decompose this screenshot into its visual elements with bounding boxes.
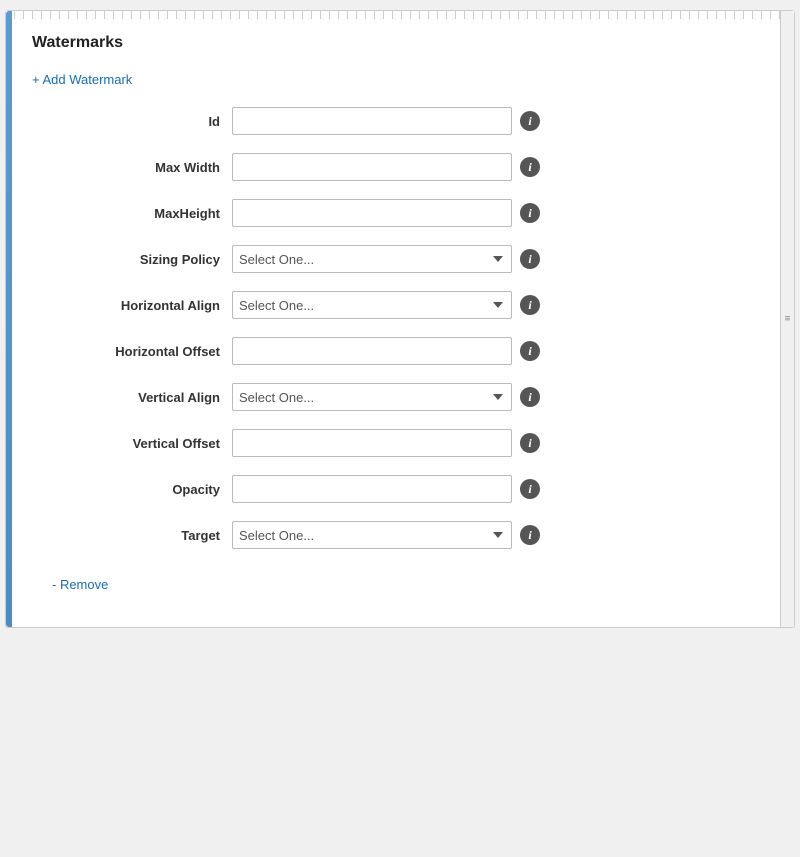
info-icon-id[interactable]: i [520, 111, 540, 131]
form-row-sizing-policy: Sizing Policy Select One... i [32, 245, 750, 273]
add-watermark-link[interactable]: + Add Watermark [32, 72, 132, 87]
form-row-max-width: Max Width i [32, 153, 750, 181]
control-wrapper-vertical-offset: i [232, 429, 750, 457]
select-target[interactable]: Select One... [232, 521, 512, 549]
input-opacity[interactable] [232, 475, 512, 503]
control-wrapper-max-width: i [232, 153, 750, 181]
form-row-horizontal-offset: Horizontal Offset i [32, 337, 750, 365]
control-wrapper-sizing-policy: Select One... i [232, 245, 750, 273]
info-icon-vertical-align[interactable]: i [520, 387, 540, 407]
label-opacity: Opacity [32, 482, 232, 497]
form-row-id: Id i [32, 107, 750, 135]
label-horizontal-offset: Horizontal Offset [32, 344, 232, 359]
label-max-width: Max Width [32, 160, 232, 175]
control-wrapper-target: Select One... i [232, 521, 750, 549]
select-sizing-policy[interactable]: Select One... [232, 245, 512, 273]
form-row-horizontal-align: Horizontal Align Select One... i [32, 291, 750, 319]
input-id[interactable] [232, 107, 512, 135]
section-title: Watermarks [32, 34, 750, 57]
info-icon-max-width[interactable]: i [520, 157, 540, 177]
left-border [6, 11, 12, 627]
control-wrapper-max-height: i [232, 199, 750, 227]
input-horizontal-offset[interactable] [232, 337, 512, 365]
label-id: Id [32, 114, 232, 129]
control-wrapper-id: i [232, 107, 750, 135]
info-icon-max-height[interactable]: i [520, 203, 540, 223]
info-icon-vertical-offset[interactable]: i [520, 433, 540, 453]
info-icon-horizontal-offset[interactable]: i [520, 341, 540, 361]
scrollbar[interactable] [780, 11, 794, 627]
info-icon-sizing-policy[interactable]: i [520, 249, 540, 269]
form-row-opacity: Opacity i [32, 475, 750, 503]
control-wrapper-horizontal-offset: i [232, 337, 750, 365]
form-row-vertical-align: Vertical Align Select One... i [32, 383, 750, 411]
label-horizontal-align: Horizontal Align [32, 298, 232, 313]
input-max-height[interactable] [232, 199, 512, 227]
remove-watermark-link[interactable]: - Remove [52, 577, 108, 592]
label-sizing-policy: Sizing Policy [32, 252, 232, 267]
form-row-vertical-offset: Vertical Offset i [32, 429, 750, 457]
info-icon-horizontal-align[interactable]: i [520, 295, 540, 315]
input-vertical-offset[interactable] [232, 429, 512, 457]
control-wrapper-opacity: i [232, 475, 750, 503]
select-horizontal-align[interactable]: Select One... [232, 291, 512, 319]
form-row-max-height: MaxHeight i [32, 199, 750, 227]
info-icon-opacity[interactable]: i [520, 479, 540, 499]
label-vertical-align: Vertical Align [32, 390, 232, 405]
info-icon-target[interactable]: i [520, 525, 540, 545]
control-wrapper-vertical-align: Select One... i [232, 383, 750, 411]
label-max-height: MaxHeight [32, 206, 232, 221]
form-row-target: Target Select One... i [32, 521, 750, 549]
control-wrapper-horizontal-align: Select One... i [232, 291, 750, 319]
select-vertical-align[interactable]: Select One... [232, 383, 512, 411]
label-target: Target [32, 528, 232, 543]
label-vertical-offset: Vertical Offset [32, 436, 232, 451]
input-max-width[interactable] [232, 153, 512, 181]
